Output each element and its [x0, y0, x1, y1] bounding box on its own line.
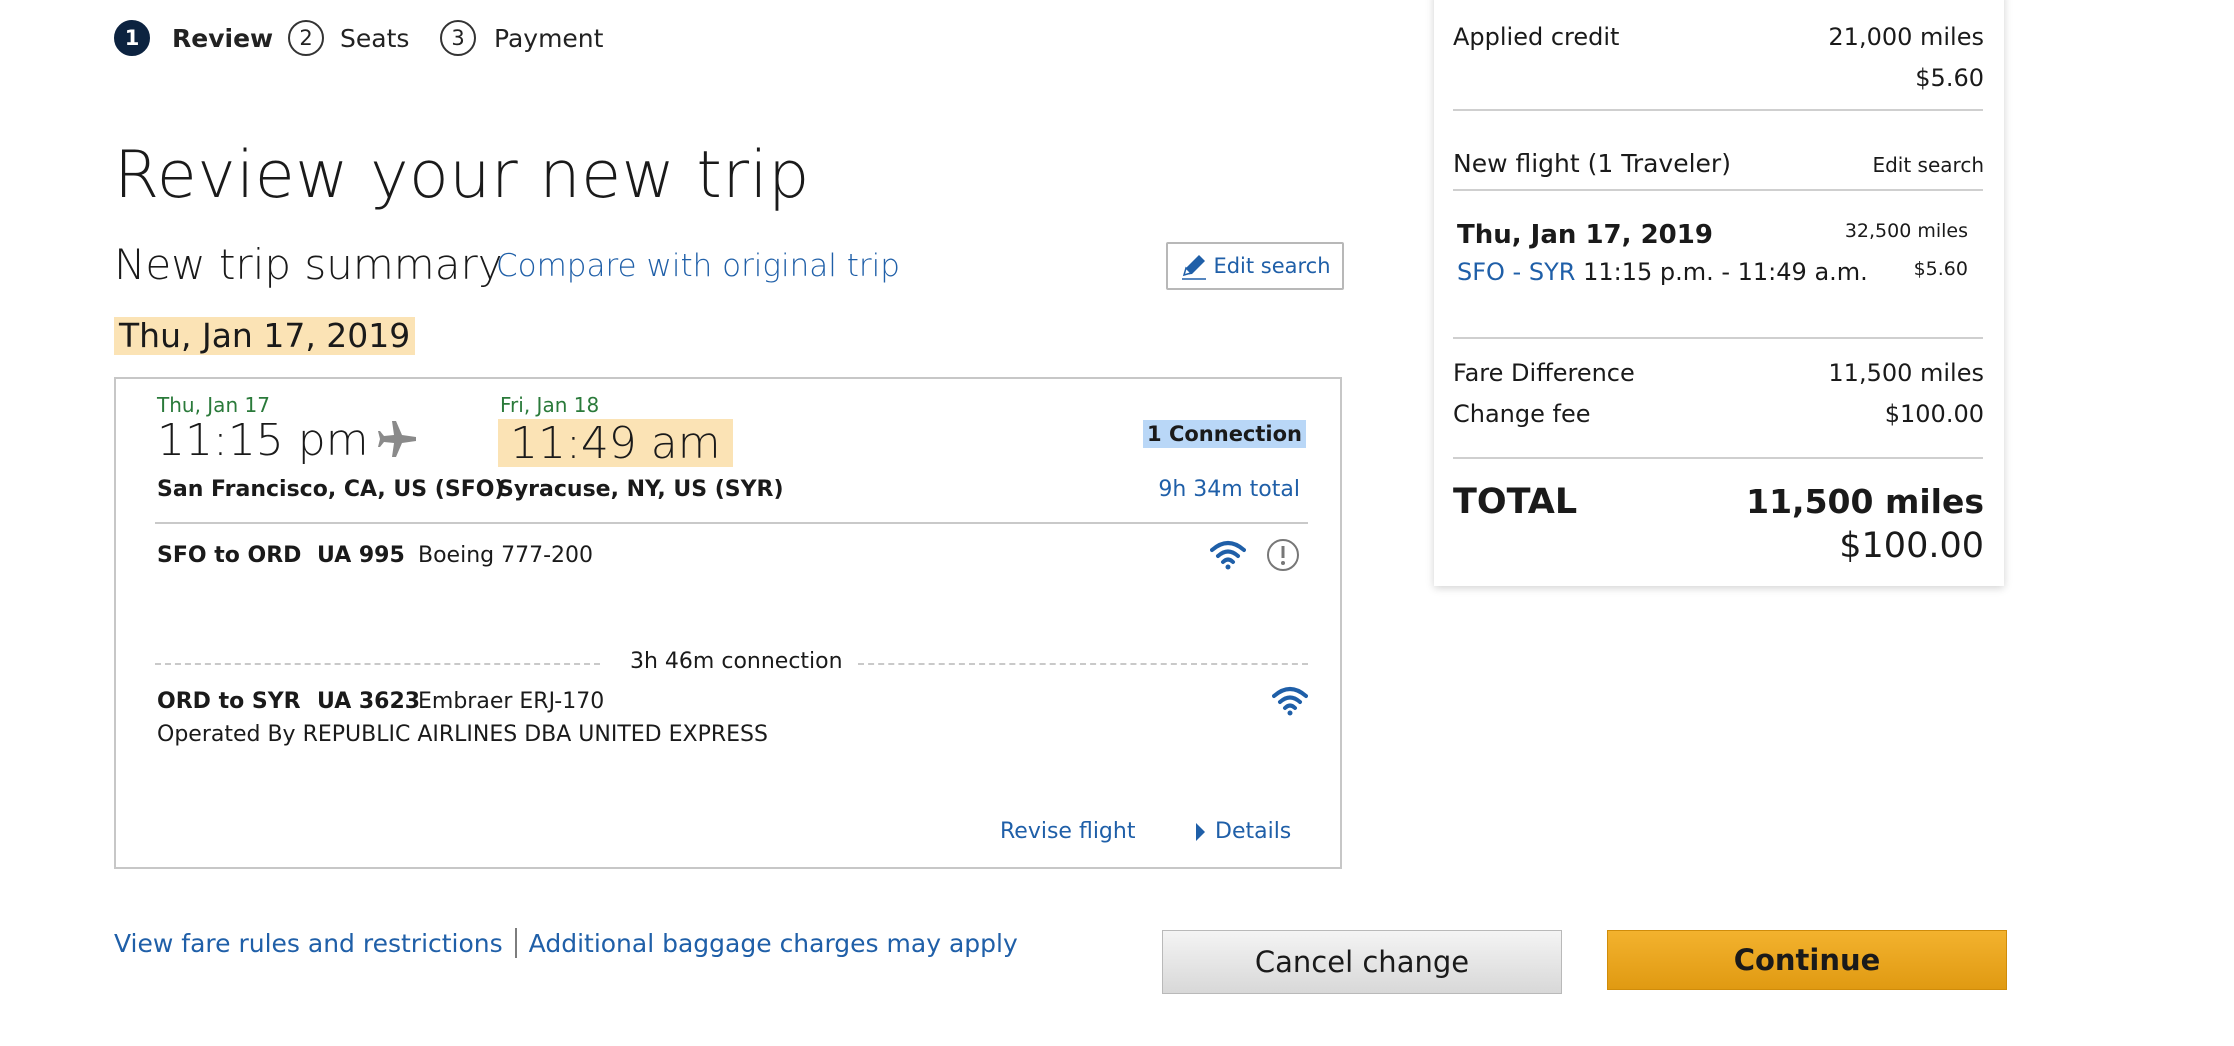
fare-difference-value: 11,500 miles [1828, 359, 1984, 387]
warning-icon[interactable] [1266, 538, 1300, 576]
segment-1-aircraft: Boeing 777-200 [418, 543, 594, 568]
panel-flight-route-link[interactable]: SFO - SYR [1457, 258, 1575, 286]
divider [1453, 189, 1983, 191]
destination-city: Syracuse, NY, US (SYR) [498, 477, 784, 502]
wifi-icon [1272, 685, 1308, 721]
arrive-time: 11:49 am [498, 419, 733, 469]
compare-original-link[interactable]: Compare with original trip [496, 248, 900, 284]
baggage-charges-link[interactable]: Additional baggage charges may apply [529, 929, 1018, 958]
price-summary-panel: Applied credit 21,000 miles $5.60 New fl… [1434, 0, 2004, 586]
edit-search-button[interactable]: Edit search [1166, 242, 1344, 290]
panel-flight-date: Thu, Jan 17, 2019 [1457, 220, 1713, 250]
panel-edit-search-link[interactable]: Edit search [1872, 153, 1984, 177]
divider [1453, 457, 1983, 459]
total-duration: 9h 34m total [1158, 477, 1300, 502]
segment-2-operator: Operated By REPUBLIC AIRLINES DBA UNITED… [157, 722, 768, 747]
new-flight-label: New flight (1 Traveler) [1453, 149, 1731, 178]
pencil-icon [1179, 251, 1209, 281]
change-fee-link[interactable]: Change fee [1453, 400, 1591, 428]
fare-difference-link[interactable]: Fare Difference [1453, 359, 1635, 387]
total-cash: $100.00 [1839, 526, 1984, 566]
details-toggle[interactable]: Details [1196, 819, 1291, 844]
change-fee-value: $100.00 [1884, 400, 1984, 428]
arrive-date: Fri, Jan 18 [500, 393, 600, 417]
applied-credit-miles: 21,000 miles [1828, 23, 1984, 51]
revise-flight-link[interactable]: Revise flight [1000, 819, 1135, 844]
panel-flight-row: SFO - SYR 11:15 p.m. - 11:49 a.m. [1457, 258, 1868, 286]
divider [1453, 337, 1983, 339]
footer-links: View fare rules and restrictions Additio… [114, 928, 1018, 958]
trip-summary-heading: New trip summary [114, 240, 503, 289]
origin-city: San Francisco, CA, US (SFO) [157, 477, 505, 502]
details-label: Details [1215, 819, 1292, 844]
segment-2-route: ORD to SYR [157, 689, 301, 714]
total-label: TOTAL [1453, 482, 1578, 522]
layover-line-right [858, 663, 1308, 665]
panel-flight-cash: $5.60 [1913, 258, 1968, 280]
step-number: 1 [114, 20, 150, 56]
step-number: 3 [440, 20, 476, 56]
cancel-change-button[interactable]: Cancel change [1162, 930, 1562, 994]
fare-rules-link[interactable]: View fare rules and restrictions [114, 929, 503, 958]
step-review: 1 Review [114, 20, 273, 56]
layover-line-left [155, 663, 600, 665]
edit-search-label: Edit search [1213, 254, 1331, 278]
step-label: Review [172, 23, 274, 53]
continue-button[interactable]: Continue [1607, 930, 2007, 990]
segment-1-flight: UA 995 [317, 543, 405, 568]
flight-card: Thu, Jan 17 11:15 pm Fri, Jan 18 11:49 a… [114, 377, 1342, 869]
applied-credit-label: Applied credit [1453, 23, 1620, 51]
segment-2-aircraft: Embraer ERJ-170 [418, 689, 605, 714]
total-miles: 11,500 miles [1746, 482, 1984, 521]
segment-1-route: SFO to ORD [157, 543, 302, 568]
page-title: Review your new trip [114, 138, 810, 213]
step-payment: 3 Payment [440, 20, 603, 56]
depart-date: Thu, Jan 17 [157, 393, 270, 417]
trip-date: Thu, Jan 17, 2019 [114, 317, 416, 355]
step-number: 2 [288, 20, 324, 56]
panel-flight-miles: 32,500 miles [1844, 220, 1968, 242]
caret-right-icon [1196, 822, 1205, 841]
wifi-icon [1210, 539, 1246, 575]
step-label: Payment [494, 23, 604, 53]
segment-2-flight: UA 3623 [317, 689, 421, 714]
divider [1453, 109, 1983, 111]
layover-duration: 3h 46m connection [630, 649, 843, 674]
step-seats: 2 Seats [288, 20, 409, 56]
divider [155, 522, 1308, 524]
applied-credit-cash: $5.60 [1915, 64, 1984, 92]
step-label: Seats [340, 23, 410, 53]
link-separator [514, 928, 517, 958]
depart-time: 11:15 pm [157, 415, 369, 466]
panel-flight-times: 11:15 p.m. - 11:49 a.m. [1583, 258, 1868, 286]
airplane-icon [378, 417, 418, 465]
connection-count: 1 Connection [1143, 420, 1306, 448]
